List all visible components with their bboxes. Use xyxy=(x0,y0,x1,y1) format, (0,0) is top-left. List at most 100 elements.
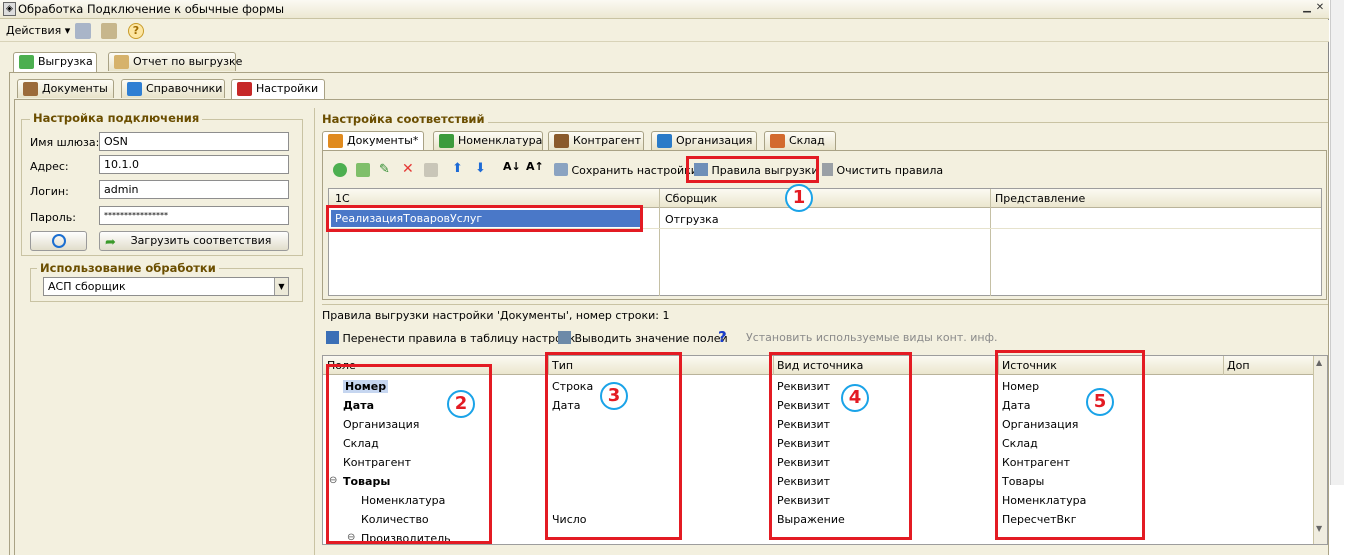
usage-title: Использование обработки xyxy=(37,261,219,275)
tab-label: Номенклатура xyxy=(458,134,543,147)
row-collector-cell[interactable]: Отгрузка xyxy=(665,213,719,226)
tab-label: Выгрузка xyxy=(38,55,93,68)
splitter[interactable] xyxy=(314,108,315,555)
connect-button[interactable] xyxy=(30,231,87,251)
gateway-label: Имя шлюза: xyxy=(30,136,100,149)
trash-icon xyxy=(822,163,833,176)
title-bar: ◈ Обработка Подключение к обычные формы … xyxy=(0,0,1329,19)
app-icon: ◈ xyxy=(3,2,16,16)
documents-gear-icon xyxy=(328,134,343,148)
tab-report[interactable]: Отчет по выгрузке xyxy=(108,52,242,71)
toolbar: Действия ▾ ? xyxy=(0,20,1329,42)
outer-scrollbar[interactable] xyxy=(1330,0,1344,485)
save-settings-button[interactable]: Сохранить настройки xyxy=(554,163,698,177)
warehouse-icon xyxy=(770,134,785,148)
edit-icon[interactable]: ✎ xyxy=(379,162,390,177)
rules-divider xyxy=(322,304,1328,305)
annotation-marker-5: 5 xyxy=(1086,388,1114,416)
col-collector[interactable]: Сборщик xyxy=(665,192,717,205)
col-divider xyxy=(659,189,660,296)
tab-map-warehouse[interactable]: Склад xyxy=(764,131,836,150)
annotation-box-1c xyxy=(326,205,643,232)
print-icon[interactable] xyxy=(101,23,117,39)
tab-documents[interactable]: Документы xyxy=(17,79,114,98)
search-icon xyxy=(558,331,571,344)
show-values-label: Выводить значение полей xyxy=(574,332,728,345)
transfer-rules-button[interactable]: Перенести правила в таблицу настроек xyxy=(326,331,575,345)
outer-margin xyxy=(1330,0,1351,555)
scroll-up-icon[interactable]: ▲ xyxy=(1316,358,1322,367)
settings-icon xyxy=(237,82,252,96)
clear-rules-label: Очистить правила xyxy=(836,164,944,177)
actions-menu[interactable]: Действия ▾ xyxy=(6,24,70,37)
address-label: Адрес: xyxy=(30,160,69,173)
save-settings-label: Сохранить настройки xyxy=(571,164,698,177)
tab-map-documents[interactable]: Документы* xyxy=(322,131,424,151)
documents-icon xyxy=(23,82,38,96)
transfer-rules-label: Перенести правила в таблицу настроек xyxy=(342,332,576,345)
minimize-icon[interactable]: ▁ xyxy=(1301,3,1313,15)
login-input[interactable]: admin xyxy=(99,180,289,199)
tab-label: Отчет по выгрузке xyxy=(133,55,243,68)
move-up-icon[interactable]: ⬆ xyxy=(452,161,463,176)
tab-label: Документы xyxy=(42,82,108,95)
col-1c[interactable]: 1С xyxy=(335,192,350,205)
help-icon[interactable]: ? xyxy=(128,23,144,39)
col-extra[interactable]: Доп xyxy=(1227,359,1250,372)
move-down-icon[interactable]: ⬇ xyxy=(475,161,486,176)
window-title: Обработка Подключение к обычные формы xyxy=(18,2,285,16)
organization-icon xyxy=(657,134,672,148)
tab-label: Контрагент xyxy=(573,134,642,147)
tab-map-counterparty[interactable]: Контрагент xyxy=(548,131,644,150)
password-input[interactable]: **************** xyxy=(99,206,289,225)
mapping-title: Настройка соответствий xyxy=(319,112,488,126)
col-divider xyxy=(1223,356,1224,375)
usage-select-value: АСП сборщик xyxy=(48,280,126,293)
tab-label: Склад xyxy=(789,134,825,147)
annotation-marker-2: 2 xyxy=(447,390,475,418)
window-icon[interactable] xyxy=(75,23,91,39)
address-input[interactable]: 10.1.0 xyxy=(99,155,289,174)
gateway-input[interactable]: OSN xyxy=(99,132,289,151)
copy-icon[interactable] xyxy=(356,163,370,177)
report-icon xyxy=(114,55,129,69)
add-icon[interactable] xyxy=(333,163,347,177)
power-icon xyxy=(51,234,66,248)
tab-label: Справочники xyxy=(146,82,223,95)
show-values-button[interactable]: Выводить значение полей xyxy=(558,331,728,345)
close-icon[interactable]: ✕ xyxy=(1314,3,1326,15)
catalogs-icon xyxy=(127,82,142,96)
tab-label: Организация xyxy=(676,134,753,147)
login-label: Логин: xyxy=(30,185,69,198)
chevron-down-icon[interactable]: ▼ xyxy=(274,278,288,295)
tab-map-nomenclature[interactable]: Номенклатура xyxy=(433,131,543,150)
load-mappings-button[interactable]: ➦ Загрузить соответствия xyxy=(99,231,289,251)
delete-icon[interactable]: ✕ xyxy=(402,161,414,177)
rules-caption: Правила выгрузки настройки 'Документы', … xyxy=(322,309,670,322)
tab-map-organization[interactable]: Организация xyxy=(651,131,757,150)
annotation-box-5 xyxy=(995,350,1145,540)
tab-settings[interactable]: Настройки xyxy=(231,79,325,100)
actions-menu-label: Действия xyxy=(6,24,62,37)
tab-catalogs[interactable]: Справочники xyxy=(121,79,225,98)
tab-vygruzka[interactable]: Выгрузка xyxy=(13,52,97,73)
sort-asc-icon[interactable]: A↓ xyxy=(503,160,521,173)
save-icon xyxy=(554,163,568,176)
vertical-scrollbar[interactable]: ▲ ▼ xyxy=(1313,356,1327,544)
tab-label: Настройки xyxy=(256,82,319,95)
scroll-down-icon[interactable]: ▼ xyxy=(1316,524,1322,533)
post-icon[interactable] xyxy=(424,163,438,177)
set-contact-types-button[interactable]: Установить используемые виды конт. инф. xyxy=(746,331,997,344)
password-label: Пароль: xyxy=(30,211,76,224)
sort-desc-icon[interactable]: A↑ xyxy=(526,160,544,173)
nomenclature-icon xyxy=(439,134,454,148)
arrow-icon: ➦ xyxy=(105,235,116,250)
connection-title: Настройка подключения xyxy=(30,111,203,125)
col-representation[interactable]: Представление xyxy=(995,192,1085,205)
clear-rules-button[interactable]: Очистить правила xyxy=(822,163,943,177)
usage-select[interactable]: АСП сборщик ▼ xyxy=(43,277,289,296)
annotation-box-4 xyxy=(769,352,912,540)
help-icon[interactable]: ? xyxy=(718,328,727,346)
annotation-marker-4: 4 xyxy=(841,384,869,412)
col-divider xyxy=(990,189,991,296)
